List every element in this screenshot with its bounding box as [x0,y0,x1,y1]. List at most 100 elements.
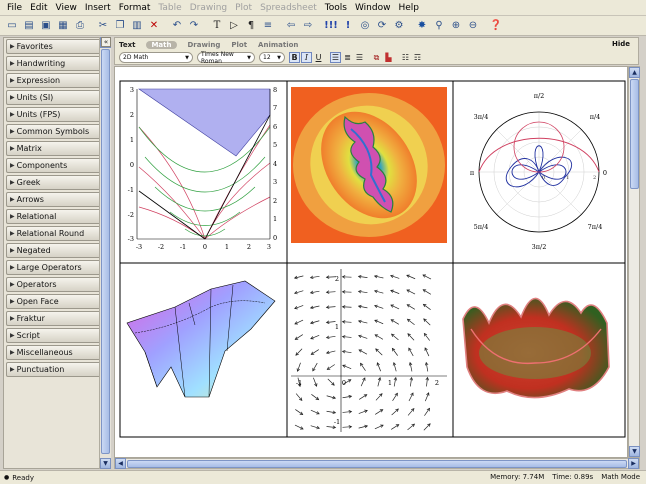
menu-view[interactable]: View [52,3,81,13]
palette-punctuation[interactable]: ▶ Punctuation [6,362,108,377]
conformal-plot[interactable]: -3 -2 -1 0 1 2 3 3 2 1 0 -1 -2 -3 8 7 6 [128,86,277,251]
cut-icon[interactable]: ✂ [95,18,111,34]
document-area[interactable]: -3 -2 -1 0 1 2 3 3 2 1 0 -1 -2 -3 8 7 6 [114,66,628,458]
palette-greek[interactable]: ▶ Greek [6,175,108,190]
undo-icon[interactable]: ↶ [169,18,185,34]
vertical-scroll-thumb[interactable] [630,79,639,189]
palette-expression[interactable]: ▶ Expression [6,73,108,88]
new-document-icon[interactable]: ▭ [4,18,20,34]
zoom-in-icon[interactable]: ⊕ [448,18,464,34]
menu-tools[interactable]: Tools [321,3,351,13]
underline-button[interactable]: U [313,52,324,63]
scroll-up-icon[interactable]: ▲ [629,67,640,78]
copy-icon[interactable]: ❐ [112,18,128,34]
debug-icon[interactable]: ⚙ [391,18,407,34]
palette-open-face[interactable]: ▶ Open Face [6,294,108,309]
horizontal-scroll-thumb[interactable] [127,460,627,468]
vector-field-plot[interactable]: -1 1 2 2 1 -1 0 [291,269,447,432]
tab-drawing[interactable]: Drawing [188,41,221,49]
zoom-search-icon[interactable]: ⚲ [431,18,447,34]
scroll-down-icon[interactable]: ▼ [629,446,640,457]
align-right-icon[interactable]: ☰ [354,52,365,63]
palette-units-si[interactable]: ▶ Units (SI) [6,90,108,105]
palette-relational-round[interactable]: ▶ Relational Round [6,226,108,241]
surface-3d-plot[interactable] [126,280,276,398]
restart-icon[interactable]: ⟳ [374,18,390,34]
bold-button[interactable]: B [289,52,300,63]
palette-fraktur[interactable]: ▶ Fraktur [6,311,108,326]
numbered-list-icon[interactable]: ☶ [412,52,423,63]
palette-relational[interactable]: ▶ Relational [6,209,108,224]
palette-miscellaneous[interactable]: ▶ Miscellaneous [6,345,108,360]
menu-edit[interactable]: Edit [26,3,51,13]
scroll-down-icon[interactable]: ▼ [100,458,111,469]
delete-icon[interactable]: ✕ [146,18,162,34]
menu-file[interactable]: File [3,3,26,13]
math-style-dropdown[interactable]: 2D Math ▼ [119,52,193,63]
color-icon[interactable]: ▙ [383,52,394,63]
scroll-right-icon[interactable]: ▶ [628,458,639,469]
palette-scrollbar[interactable]: ▲ ▼ [99,37,111,469]
tab-plot[interactable]: Plot [231,41,247,49]
convert-math-icon[interactable]: ⧉ [371,52,382,63]
align-left-icon[interactable]: ☰ [330,52,341,63]
section-icon[interactable]: ≡ [260,18,276,34]
back-icon[interactable]: ⇦ [283,18,299,34]
palette-arrows[interactable]: ▶ Arrows [6,192,108,207]
tab-text[interactable]: Text [119,41,135,49]
execute-icon[interactable]: ! [340,18,356,34]
paragraph-icon[interactable]: ¶ [243,18,259,34]
surface-red-plot[interactable] [462,297,610,399]
redo-icon[interactable]: ↷ [186,18,202,34]
font-dropdown[interactable]: Times New Roman ▼ [197,51,255,65]
menu-drawing[interactable]: Drawing [186,3,231,13]
text-mode-icon[interactable]: T [209,18,225,34]
help-icon[interactable]: ❓ [488,18,504,34]
palette-components[interactable]: ▶ Components [6,158,108,173]
forward-icon[interactable]: ⇨ [300,18,316,34]
save-as-icon[interactable]: ▦ [55,18,71,34]
menubar: File Edit View Insert Format Table Drawi… [0,0,646,16]
hide-context-button[interactable]: Hide [612,40,630,48]
mode-readout: Math Mode [601,473,640,481]
paste-icon[interactable]: ▥ [129,18,145,34]
document-horizontal-scrollbar[interactable]: ◀ ▶ [114,458,640,469]
palette-script[interactable]: ▶ Script [6,328,108,343]
collapse-palettes-icon[interactable]: « [101,37,111,47]
menu-spreadsheet[interactable]: Spreadsheet [256,3,321,13]
zoom-out-icon[interactable]: ⊖ [465,18,481,34]
font-size-dropdown[interactable]: 12 ▼ [259,52,285,63]
menu-plot[interactable]: Plot [231,3,256,13]
scroll-left-icon[interactable]: ◀ [115,458,126,469]
polar-plot[interactable]: π/2 3π/4 π/4 π 0 5π/4 7π/4 3π/2 0 1 2 [470,92,607,251]
tick-label: 7 [273,104,277,112]
save-icon[interactable]: ▣ [38,18,54,34]
bullet-list-icon[interactable]: ☷ [400,52,411,63]
palette-units-fps[interactable]: ▶ Units (FPS) [6,107,108,122]
palette-handwriting[interactable]: ▶ Handwriting [6,56,108,71]
menu-format[interactable]: Format [115,3,155,13]
tab-math[interactable]: Math [146,41,177,49]
open-file-icon[interactable]: ▤ [21,18,37,34]
execute-all-icon[interactable]: !!! [323,18,339,34]
palette-common-symbols[interactable]: ▶ Common Symbols [6,124,108,139]
stop-icon[interactable]: ◎ [357,18,373,34]
palette-scroll-thumb[interactable] [101,49,110,454]
palette-large-operators[interactable]: ▶ Large Operators [6,260,108,275]
align-center-icon[interactable]: ≣ [342,52,353,63]
print-icon[interactable]: ⎙ [72,18,88,34]
document-vertical-scrollbar[interactable]: ▲ ▼ [628,66,640,458]
tab-animation[interactable]: Animation [258,41,298,49]
menu-table[interactable]: Table [154,3,185,13]
menu-window[interactable]: Window [351,3,395,13]
palette-favorites[interactable]: ▶ Favorites [6,39,108,54]
italic-button[interactable]: I [301,52,312,63]
palette-negated[interactable]: ▶ Negated [6,243,108,258]
task-icon[interactable]: ✸ [414,18,430,34]
palette-matrix[interactable]: ▶ Matrix [6,141,108,156]
fractal-plot[interactable] [287,83,451,248]
math-mode-icon[interactable]: ▷ [226,18,242,34]
menu-help[interactable]: Help [394,3,423,13]
menu-insert[interactable]: Insert [81,3,115,13]
palette-operators[interactable]: ▶ Operators [6,277,108,292]
